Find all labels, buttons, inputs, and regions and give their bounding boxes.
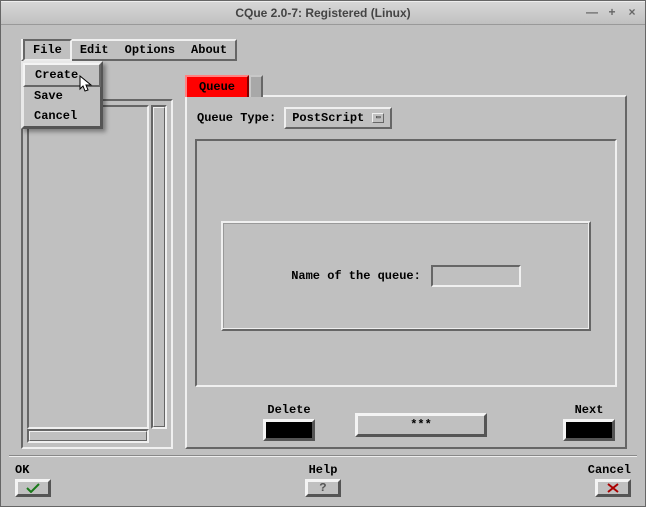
queue-name-input[interactable] xyxy=(431,265,521,287)
delete-button[interactable] xyxy=(263,419,315,441)
minimize-icon[interactable]: — xyxy=(585,5,599,19)
file-dropdown: Create Save Cancel xyxy=(21,61,103,129)
horizontal-scrollbar[interactable] xyxy=(27,429,149,443)
tab-queue[interactable]: Queue xyxy=(185,75,249,97)
queue-type-row: Queue Type: PostScript ▭ xyxy=(197,107,392,129)
queue-inner-panel: Name of the queue: xyxy=(195,139,617,387)
cancel-label: Cancel xyxy=(588,463,631,477)
file-menu-cancel[interactable]: Cancel xyxy=(24,106,100,126)
delete-group: Delete xyxy=(263,403,315,441)
queue-name-panel: Name of the queue: xyxy=(221,221,591,331)
help-button[interactable]: ? xyxy=(305,479,341,497)
tab-placeholder xyxy=(249,75,263,97)
delete-label: Delete xyxy=(267,403,310,417)
titlebar-controls: — + × xyxy=(585,5,639,19)
separator xyxy=(9,455,637,457)
combo-indicator-icon: ▭ xyxy=(372,113,384,123)
vertical-scrollbar[interactable] xyxy=(151,105,167,429)
queue-type-value: PostScript xyxy=(292,111,364,125)
app-window: CQue 2.0-7: Registered (Linux) — + × Fil… xyxy=(0,0,646,507)
menubar: File Edit Options About xyxy=(21,39,237,61)
middle-button[interactable]: *** xyxy=(355,413,487,437)
middle-button-label: *** xyxy=(410,418,432,432)
titlebar: CQue 2.0-7: Registered (Linux) — + × xyxy=(1,1,645,25)
queue-name-label: Name of the queue: xyxy=(291,269,421,283)
next-button[interactable] xyxy=(563,419,615,441)
ok-label: OK xyxy=(15,463,29,477)
queue-listbox[interactable] xyxy=(27,105,149,429)
cancel-button[interactable] xyxy=(595,479,631,497)
next-label: Next xyxy=(575,403,604,417)
maximize-icon[interactable]: + xyxy=(605,5,619,19)
next-group: Next xyxy=(563,403,615,441)
queue-list-frame xyxy=(21,99,173,449)
menu-edit[interactable]: Edit xyxy=(72,41,117,59)
vertical-scrollbar-thumb[interactable] xyxy=(153,107,165,427)
tabstrip: Queue xyxy=(185,75,263,97)
window-title: CQue 2.0-7: Registered (Linux) xyxy=(235,6,410,20)
menu-file[interactable]: File xyxy=(23,39,72,61)
cancel-group: Cancel xyxy=(588,463,631,497)
queue-type-combo[interactable]: PostScript ▭ xyxy=(284,107,392,129)
help-label: Help xyxy=(309,463,338,477)
question-icon: ? xyxy=(319,481,326,495)
help-group: Help ? xyxy=(305,463,341,497)
queue-type-label: Queue Type: xyxy=(197,111,276,125)
close-icon[interactable]: × xyxy=(625,5,639,19)
client-area: File Edit Options About : Create Save Ca… xyxy=(1,25,645,506)
ok-group: OK xyxy=(15,463,51,497)
ok-button[interactable] xyxy=(15,479,51,497)
check-icon xyxy=(25,483,41,493)
menu-about[interactable]: About xyxy=(183,41,235,59)
cursor-icon xyxy=(79,75,93,95)
menu-options[interactable]: Options xyxy=(117,41,183,59)
queue-tab-panel: Queue Type: PostScript ▭ Name of the que… xyxy=(185,95,627,449)
horizontal-scrollbar-thumb[interactable] xyxy=(29,431,147,441)
x-icon xyxy=(606,483,620,493)
